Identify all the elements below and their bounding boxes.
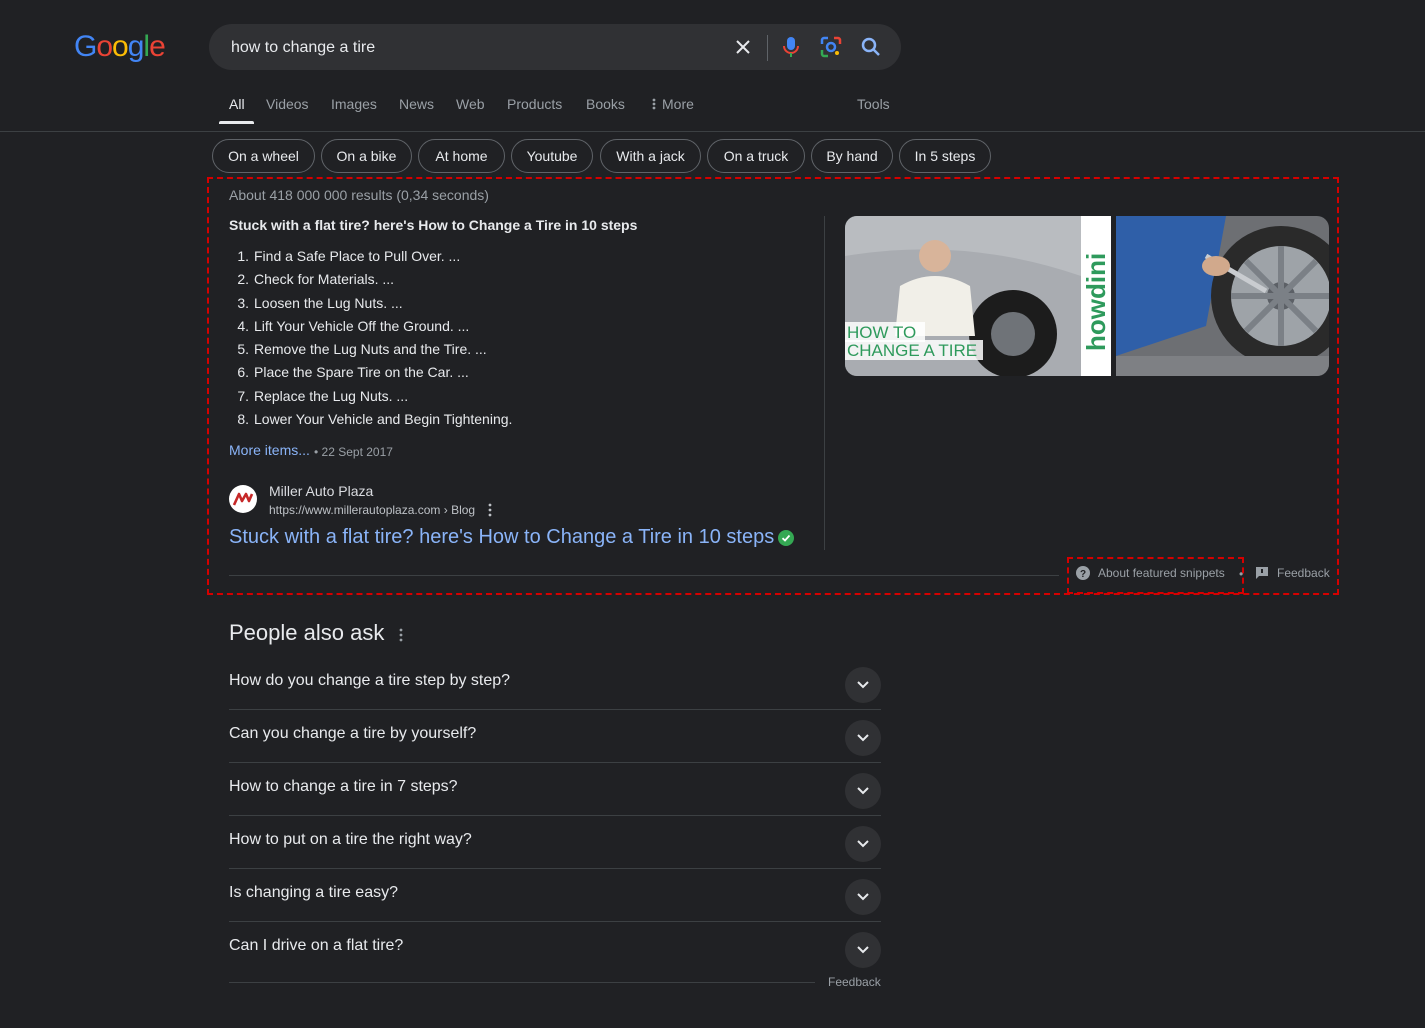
paa-question-row[interactable]: Can you change a tire by yourself? xyxy=(229,710,881,763)
snippet-result-link-text: Stuck with a flat tire? here's How to Ch… xyxy=(229,526,775,548)
tab-images[interactable]: Images xyxy=(331,96,377,112)
paa-question-row[interactable]: How to change a tire in 7 steps? xyxy=(229,763,881,816)
paa-question-row[interactable]: How do you change a tire step by step? xyxy=(229,657,881,710)
list-item: 3. Loosen the Lug Nuts. ... xyxy=(237,294,403,311)
tab-more-label: More xyxy=(662,96,694,112)
more-kebab-icon xyxy=(652,98,656,110)
list-item: 6. Place the Spare Tire on the Car. ... xyxy=(237,364,469,381)
image-caption-line2: CHANGE A TIRE xyxy=(847,341,977,360)
source-site-name[interactable]: Miller Auto Plaza xyxy=(269,483,373,499)
paa-options-icon[interactable] xyxy=(398,627,404,643)
chevron-down-icon[interactable] xyxy=(845,720,881,756)
chip-at-home[interactable]: At home xyxy=(418,139,505,173)
chevron-down-icon[interactable] xyxy=(845,773,881,809)
tab-books[interactable]: Books xyxy=(586,96,625,112)
list-item: 4. Lift Your Vehicle Off the Ground. ... xyxy=(237,317,470,334)
paa-question-row[interactable]: Is changing a tire easy? xyxy=(229,869,881,922)
snippet-image-tire-wrench[interactable] xyxy=(1116,216,1329,376)
tab-products[interactable]: Products xyxy=(507,96,562,112)
snippet-result-link[interactable]: Stuck with a flat tire? here's How to Ch… xyxy=(229,526,795,549)
footer-dot-separator: • xyxy=(1239,567,1244,581)
tab-all[interactable]: All xyxy=(229,96,245,112)
results-count: About 418 000 000 results (0,34 seconds) xyxy=(229,187,489,203)
chip-on-a-truck[interactable]: On a truck xyxy=(707,139,805,173)
about-featured-snippets-label: About featured snippets xyxy=(1098,566,1225,580)
chip-with-a-jack[interactable]: With a jack xyxy=(600,139,701,173)
logo-letter-g: G xyxy=(74,30,97,63)
tab-news[interactable]: News xyxy=(399,96,434,112)
chip-youtube[interactable]: Youtube xyxy=(511,139,593,173)
feedback-icon xyxy=(1256,567,1268,579)
svg-text:?: ? xyxy=(1080,569,1086,580)
list-item: 1. Find a Safe Place to Pull Over. ... xyxy=(237,248,461,264)
paa-question-row[interactable]: How to put on a tire the right way? xyxy=(229,816,881,869)
paa-question: Can you change a tire by yourself? xyxy=(229,725,477,742)
microphone-icon[interactable] xyxy=(779,35,803,59)
snippet-date: • 22 Sept 2017 xyxy=(314,445,393,459)
logo-doodle-o1: o xyxy=(96,30,113,63)
chevron-down-icon[interactable] xyxy=(845,879,881,915)
snippet-title: Stuck with a flat tire? here's How to Ch… xyxy=(229,217,638,233)
paa-question: Can I drive on a flat tire? xyxy=(229,937,404,954)
snippet-feedback-link[interactable]: Feedback xyxy=(1255,566,1330,580)
source-site-url[interactable]: https://www.millerautoplaza.com › Blog xyxy=(269,503,475,517)
clear-icon[interactable] xyxy=(731,35,755,59)
chevron-down-icon[interactable] xyxy=(845,667,881,703)
paa-question: Is changing a tire easy? xyxy=(229,884,398,901)
snippet-column-divider xyxy=(824,216,825,550)
tab-more[interactable]: More xyxy=(652,96,694,112)
header-divider xyxy=(0,131,1425,132)
tab-videos[interactable]: Videos xyxy=(266,96,309,112)
search-icon[interactable] xyxy=(859,35,883,59)
list-item: 8. Lower Your Vehicle and Begin Tightenin… xyxy=(237,411,513,428)
chevron-down-icon[interactable] xyxy=(845,826,881,862)
help-icon: ? xyxy=(1076,566,1090,580)
more-items-link[interactable]: More items... xyxy=(229,442,310,458)
paa-bottom-divider xyxy=(229,982,815,983)
snippet-bottom-divider xyxy=(229,575,1059,576)
paa-feedback-link[interactable]: Feedback xyxy=(828,975,881,989)
snippet-feedback-label: Feedback xyxy=(1277,566,1330,580)
search-divider xyxy=(767,35,768,61)
paa-title: People also ask xyxy=(229,620,385,645)
chip-on-a-bike[interactable]: On a bike xyxy=(321,139,412,173)
about-featured-snippets-link[interactable]: ? About featured snippets xyxy=(1076,566,1225,580)
paa-question-row[interactable]: Can I drive on a flat tire? xyxy=(229,922,881,975)
list-item: 7. Replace the Lug Nuts. ... xyxy=(237,387,409,404)
list-item: 2. Check for Materials. ... xyxy=(237,271,395,288)
lens-camera-icon[interactable] xyxy=(819,35,843,59)
howdini-brand-text: howdini xyxy=(1081,253,1111,351)
image-caption-line1: HOW TO xyxy=(847,323,916,342)
chip-by-hand[interactable]: By hand xyxy=(811,139,893,173)
tab-all-underline xyxy=(219,121,254,124)
google-logo[interactable]: G o o g l e xyxy=(74,30,166,64)
logo-letter-e: e xyxy=(149,30,166,63)
logo-letter-g2: g xyxy=(127,30,145,63)
paa-question: How do you change a tire step by step? xyxy=(229,672,511,689)
chip-in-5-steps[interactable]: In 5 steps xyxy=(899,139,991,173)
search-input[interactable] xyxy=(229,24,713,72)
tab-tools[interactable]: Tools xyxy=(857,96,890,112)
tab-web[interactable]: Web xyxy=(456,96,485,112)
chip-on-a-wheel[interactable]: On a wheel xyxy=(212,139,315,173)
result-options-icon[interactable] xyxy=(486,503,494,517)
paa-question: How to change a tire in 7 steps? xyxy=(229,778,458,795)
paa-question: How to put on a tire the right way? xyxy=(229,831,472,848)
snippet-image-howdini[interactable]: howdini HOW TO CHANGE A TIRE xyxy=(845,216,1111,376)
logo-doodle-o2: o xyxy=(112,30,129,63)
verified-check-icon xyxy=(778,529,795,546)
list-item: 5. Remove the Lug Nuts and the Tire. ... xyxy=(237,341,487,358)
site-favicon[interactable] xyxy=(229,485,257,513)
chevron-down-icon[interactable] xyxy=(845,932,881,968)
snippet-steps-list: 1. Find a Safe Place to Pull Over. ... 2.… xyxy=(229,246,512,432)
search-box xyxy=(209,24,901,72)
